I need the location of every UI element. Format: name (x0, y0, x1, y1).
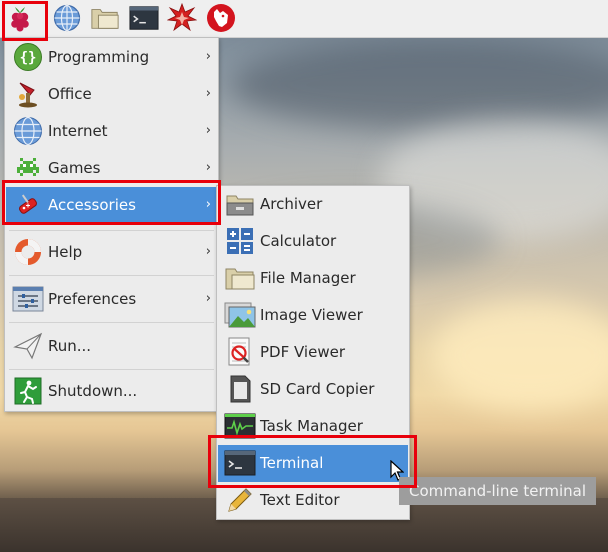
menu-item-archiver[interactable]: Archiver (218, 186, 408, 223)
submenu-arrow-icon: › (205, 244, 211, 259)
folder-icon (224, 262, 256, 294)
menu-item-shutdown[interactable]: Shutdown... (6, 373, 217, 410)
programming-icon: {} (12, 41, 44, 73)
menu-item-run[interactable]: Run... (6, 328, 217, 365)
menu-item-sd-card-copier[interactable]: SD Card Copier (218, 371, 408, 408)
menu-item-internet[interactable]: Internet › (6, 113, 217, 150)
menu-item-pdf-viewer[interactable]: PDF Viewer (218, 334, 408, 371)
menu-item-image-viewer[interactable]: Image Viewer (218, 297, 408, 334)
annotation-highlight-menu-button (2, 1, 48, 41)
image-viewer-icon (224, 299, 256, 331)
menu-item-label: Archiver (260, 195, 323, 213)
annotation-highlight-terminal (208, 435, 417, 488)
menu-item-label: Internet (48, 122, 108, 140)
menu-item-preferences[interactable]: Preferences › (6, 281, 217, 318)
run-icon (12, 330, 44, 362)
menu-item-label: File Manager (260, 269, 356, 287)
menu-item-label: Preferences (48, 290, 137, 308)
archiver-icon (224, 188, 256, 220)
taskbar (0, 0, 608, 38)
help-icon (12, 236, 44, 268)
menu-item-label: Image Viewer (260, 306, 363, 324)
menu-item-programming[interactable]: {} Programming › (6, 39, 217, 76)
wolfram-icon[interactable] (206, 3, 236, 33)
menu-item-label: SD Card Copier (260, 380, 375, 398)
sd-card-icon (224, 373, 256, 405)
wallpaper-sun-glow (430, 300, 608, 410)
menu-item-label: Office (48, 85, 92, 103)
menu-item-help[interactable]: Help › (6, 234, 217, 271)
web-browser-icon[interactable] (52, 3, 82, 33)
menu-item-file-manager[interactable]: File Manager (218, 260, 408, 297)
menu-item-label: Help (48, 243, 83, 261)
terminal-tooltip: Command-line terminal (399, 477, 597, 505)
submenu-arrow-icon: › (205, 123, 211, 138)
office-icon (12, 78, 44, 110)
menu-item-label: PDF Viewer (260, 343, 345, 361)
menu-separator (9, 230, 214, 231)
menu-item-label: Calculator (260, 232, 337, 250)
preferences-icon (12, 283, 44, 315)
annotation-highlight-accessories (2, 180, 221, 225)
internet-icon (12, 115, 44, 147)
submenu-arrow-icon: › (205, 49, 211, 64)
calculator-icon (224, 225, 256, 257)
text-editor-icon (224, 484, 256, 516)
terminal-icon[interactable] (129, 3, 159, 33)
menu-item-office[interactable]: Office › (6, 76, 217, 113)
svg-text:{}: {} (20, 50, 37, 66)
submenu-arrow-icon: › (205, 291, 211, 306)
menu-item-label: Run... (48, 337, 92, 355)
menu-separator (9, 322, 214, 323)
menu-item-label: Programming (48, 48, 150, 66)
file-manager-icon[interactable] (90, 3, 120, 33)
pdf-viewer-icon (224, 336, 256, 368)
menu-item-calculator[interactable]: Calculator (218, 223, 408, 260)
menu-separator (9, 275, 214, 276)
menu-item-label: Shutdown... (48, 382, 138, 400)
submenu-arrow-icon: › (205, 86, 211, 101)
wallpaper-cloud (230, 40, 608, 130)
mathematica-icon[interactable] (167, 3, 197, 33)
shutdown-icon (12, 375, 44, 407)
menu-separator (9, 369, 214, 370)
